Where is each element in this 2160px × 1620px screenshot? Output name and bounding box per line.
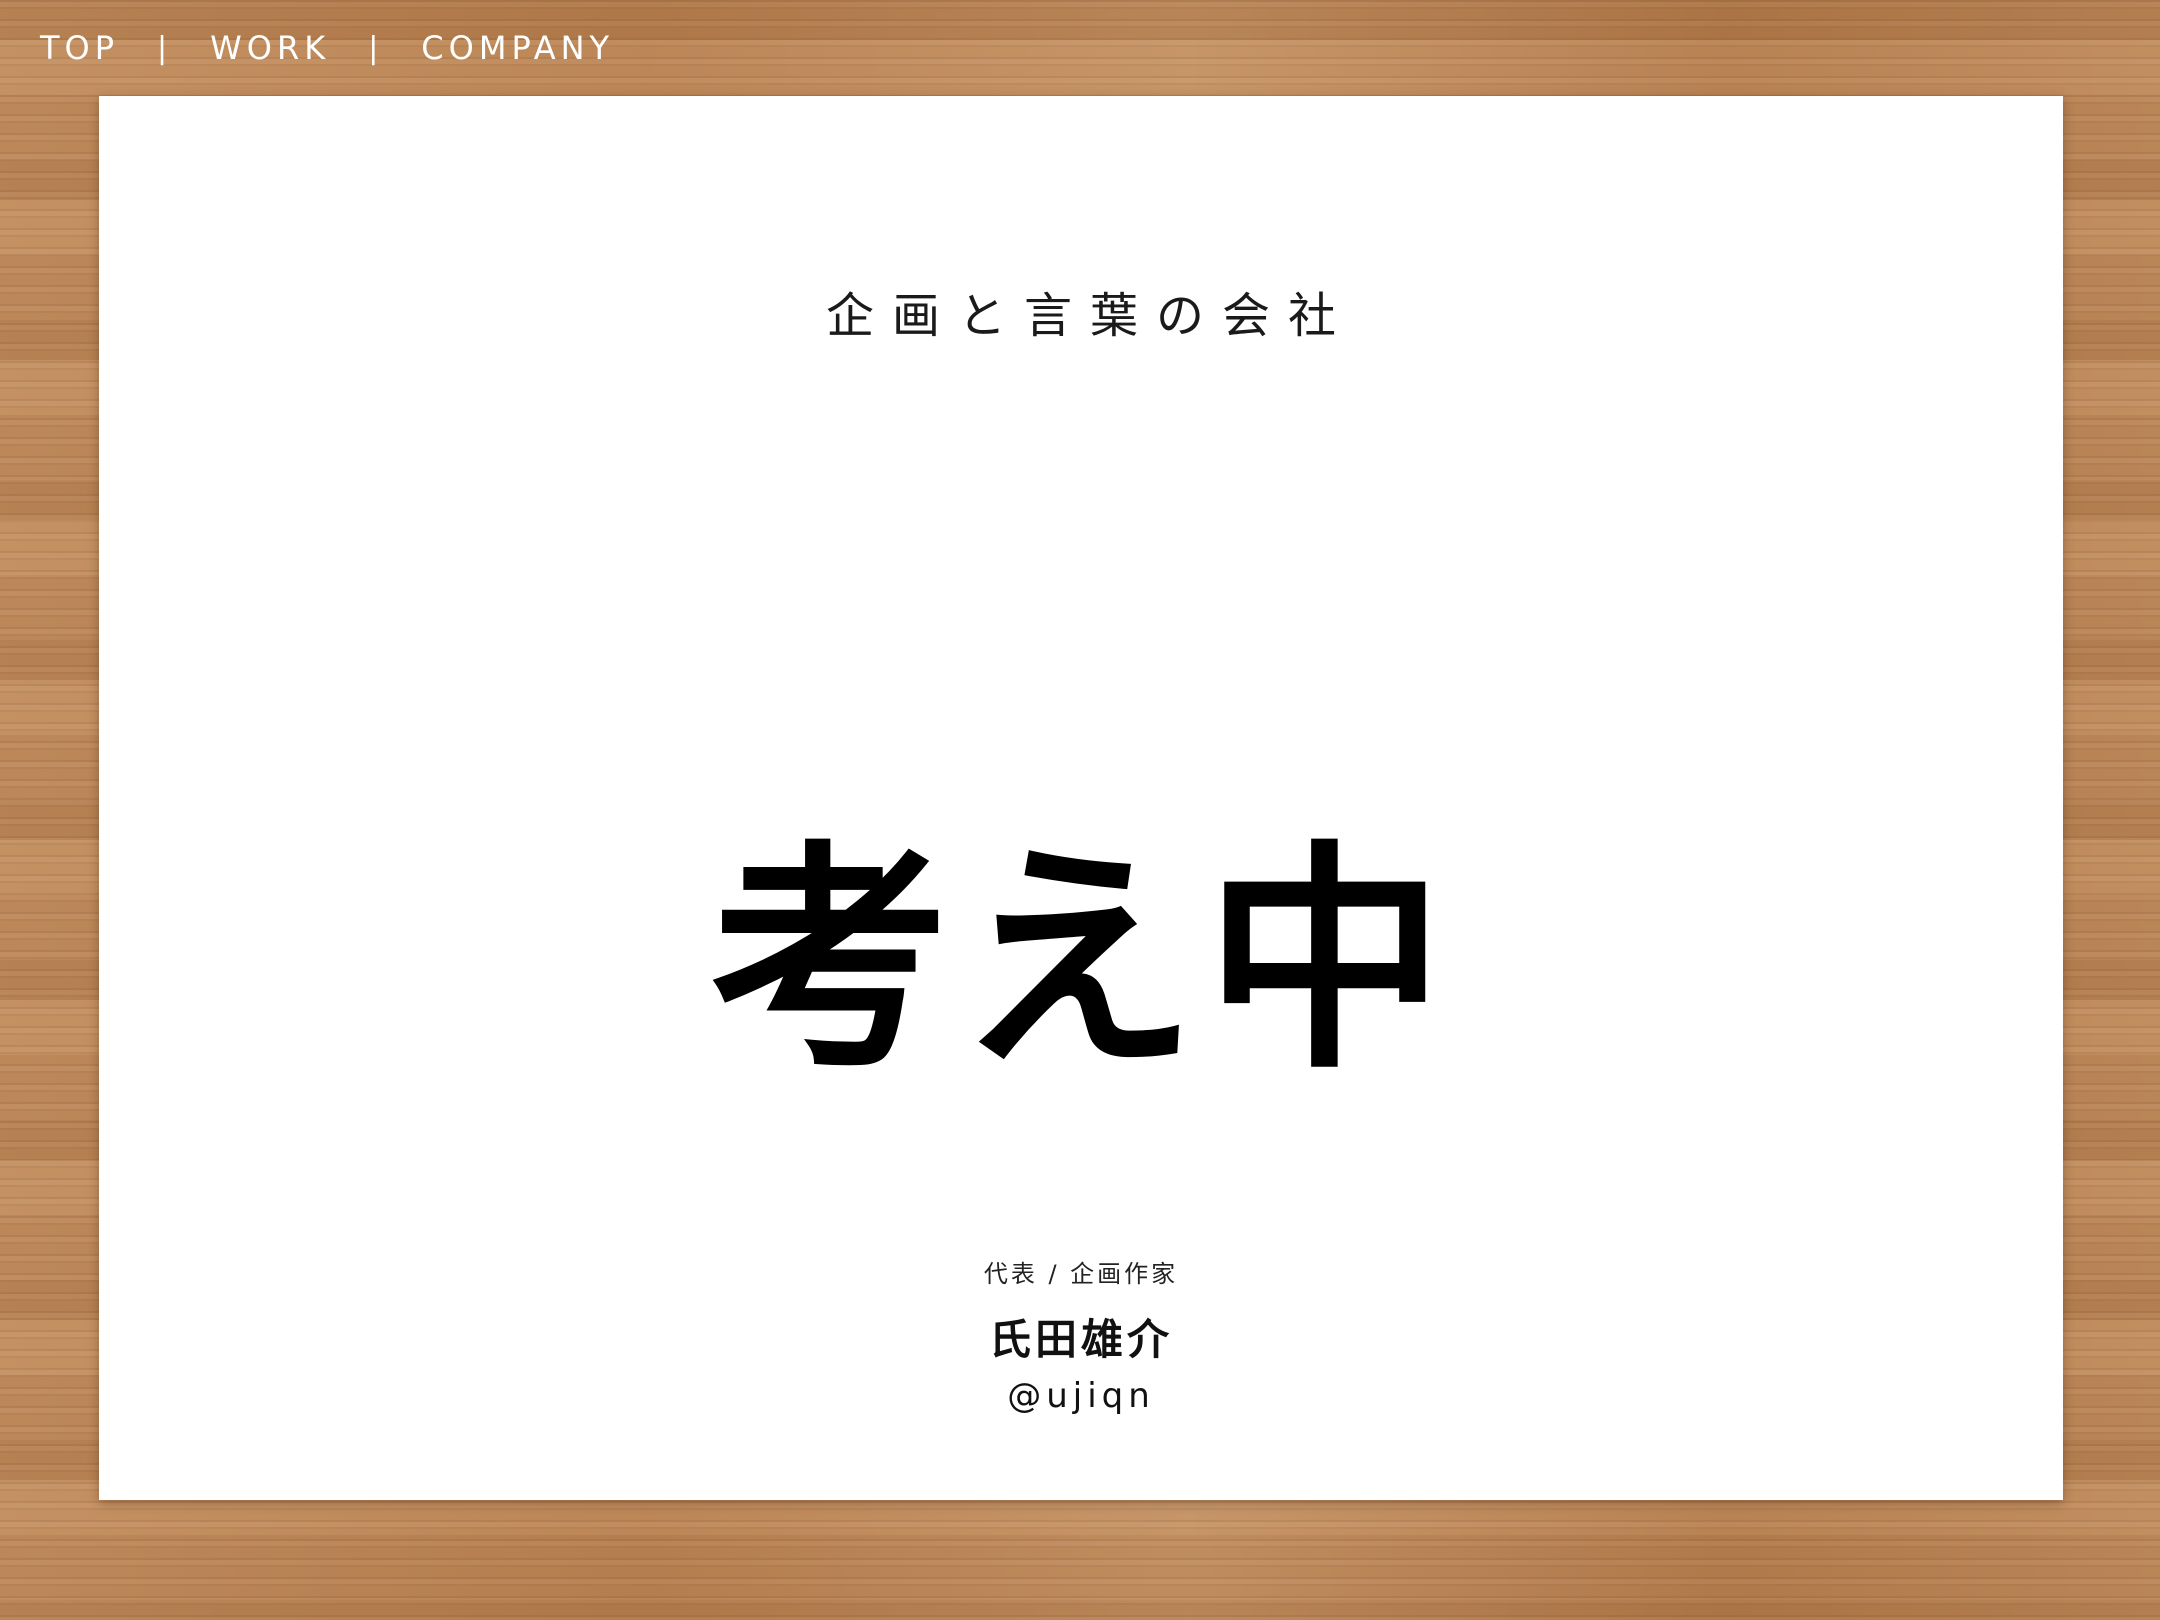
top-navigation: TOP | WORK | COMPANY xyxy=(40,24,614,72)
social-handle: @ujiqn xyxy=(99,1376,2063,1416)
company-tagline: 企画と言葉の会社 xyxy=(825,288,1354,344)
nav-link-company[interactable]: COMPANY xyxy=(421,29,614,67)
main-card: 企画と言葉の会社 考え中 代表 / 企画作家 氏田雄介 @ujiqn xyxy=(99,96,2063,1500)
nav-link-top[interactable]: TOP xyxy=(40,29,119,67)
person-role: 代表 / 企画作家 xyxy=(983,1260,1179,1288)
hero-heading: 考え中 xyxy=(708,821,1453,1101)
nav-link-work[interactable]: WORK xyxy=(210,29,330,67)
social-handle-link[interactable]: @ujiqn xyxy=(1007,1376,1155,1416)
nav-separator: | xyxy=(368,30,384,66)
person-name: 氏田雄介 xyxy=(988,1315,1173,1364)
nav-separator: | xyxy=(157,30,173,66)
